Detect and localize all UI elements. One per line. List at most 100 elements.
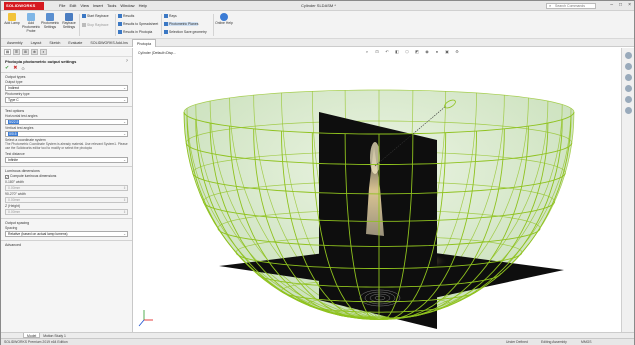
output-type-select[interactable]: Indirect ⌄ xyxy=(5,85,128,91)
design-library-icon[interactable] xyxy=(624,63,632,70)
tab-assembly[interactable]: Assembly xyxy=(3,39,27,47)
display-manager-icon[interactable]: ◐ xyxy=(40,49,47,55)
results-spreadsheet-button[interactable]: Results to Spreadsheet xyxy=(118,22,158,26)
breadcrumb[interactable]: Cylinder (Default<Disp... xyxy=(138,51,176,55)
appearance-icon[interactable]: ● xyxy=(434,49,440,54)
menu-file[interactable]: File xyxy=(59,3,65,8)
add-lamp-button[interactable]: Add Lamp xyxy=(3,13,21,26)
group-header[interactable]: Output spacing xyxy=(5,221,128,225)
view-settings-icon[interactable]: ⚙ xyxy=(454,49,460,54)
chevron-down-icon: ⌄ xyxy=(123,157,126,162)
length-field[interactable]: 0.00mm ⇕ xyxy=(5,196,128,203)
horizontal-angles-select[interactable]: 5/22.5 ⌄ xyxy=(5,119,128,125)
compute-dimensions-checkbox[interactable]: ✓Compute luminous dimensions xyxy=(5,174,128,179)
vertical-angles-label: Vertical test angles xyxy=(5,126,34,130)
horizontal-angles-label: Horizontal test angles xyxy=(5,114,38,118)
add-probe-button[interactable]: Add Photometric Probe xyxy=(22,13,40,33)
photometric-dome-scene[interactable] xyxy=(134,48,621,332)
photometric-planes-button[interactable]: Photometric Planes xyxy=(164,22,199,26)
chevron-down-icon: ⌄ xyxy=(123,98,126,102)
height-field[interactable]: 0.00mm ⇕ xyxy=(5,208,128,215)
application-window: SOLIDWORKS File Edit View Insert Tools W… xyxy=(0,0,635,345)
minimize-icon[interactable]: – xyxy=(610,2,613,8)
spinner-icon: ⇕ xyxy=(123,185,126,190)
tab-addins[interactable]: SOLIDWORKS Add-Ins xyxy=(86,39,132,47)
photometry-type-select[interactable]: Type C ⌄ xyxy=(5,97,128,103)
view-palette-icon[interactable] xyxy=(624,85,632,92)
geometry-icon xyxy=(164,30,168,34)
tab-photopia[interactable]: Photopia xyxy=(131,39,157,47)
tab-layout[interactable]: Layout xyxy=(27,39,46,47)
menu-edit[interactable]: Edit xyxy=(69,3,76,8)
play-icon xyxy=(82,14,86,18)
hide-show-icon[interactable]: ◉ xyxy=(424,49,430,54)
start-raytrace-button[interactable]: Start Raytrace xyxy=(82,14,109,18)
raytrace-settings-button[interactable]: Raytrace Settings xyxy=(60,13,78,30)
ok-icon[interactable]: ✔ xyxy=(5,65,9,72)
help-icon[interactable]: ? xyxy=(126,58,128,63)
menu-insert[interactable]: Insert xyxy=(93,3,103,8)
menu-bar: File Edit View Insert Tools Window Help xyxy=(59,3,147,8)
spacing-select[interactable]: Relative (based on actual lamp lumens) ⌄ xyxy=(5,230,128,237)
photometric-settings-button[interactable]: Photometric Settings xyxy=(41,13,59,30)
close-icon[interactable]: × xyxy=(628,2,631,8)
spinner-icon: ⇕ xyxy=(123,197,126,202)
rays-button[interactable]: Rays xyxy=(164,14,177,18)
config-manager-icon[interactable]: ⊞ xyxy=(22,49,29,55)
resources-icon[interactable] xyxy=(624,52,632,59)
title-bar: SOLIDWORKS File Edit View Insert Tools W… xyxy=(1,1,634,11)
custom-properties-icon[interactable] xyxy=(624,107,632,114)
panel-actions: ✔ ✖ ⊙ xyxy=(1,65,132,72)
zoom-fit-icon[interactable]: ⌕ xyxy=(364,49,370,54)
online-help-button[interactable]: Online Help xyxy=(215,13,233,26)
search-placeholder: Search Commands xyxy=(555,4,585,8)
previous-view-icon[interactable]: ↶ xyxy=(384,49,390,54)
search-commands-input[interactable]: ⌕ Search Commands xyxy=(546,3,596,9)
dim-expert-icon[interactable]: ⊕ xyxy=(31,49,38,55)
group-header[interactable]: Test options xyxy=(5,109,128,113)
test-distance-select[interactable]: Infinite ⌄ xyxy=(5,156,128,163)
spacing-label: Spacing xyxy=(5,225,18,230)
vertical-angles-select[interactable]: 0/0.5 ⌄ xyxy=(5,131,128,137)
ribbon-separator xyxy=(115,14,116,36)
file-explorer-icon[interactable] xyxy=(624,74,632,81)
menu-view[interactable]: View xyxy=(80,3,89,8)
menu-window[interactable]: Window xyxy=(120,3,134,8)
command-tabs: Assembly Layout Sketch Evaluate SOLIDWOR… xyxy=(1,39,634,47)
search-icon: ⌕ xyxy=(549,3,552,8)
scene-icon[interactable]: ▣ xyxy=(444,49,450,54)
beam-source-glow xyxy=(370,142,380,174)
stop-raytrace-button[interactable]: Stop Raytrace xyxy=(82,23,109,27)
status-units[interactable]: MMGS xyxy=(581,339,592,345)
pin-icon[interactable]: ⊙ xyxy=(21,65,24,72)
spinner-icon: ⇕ xyxy=(123,209,126,214)
menu-help[interactable]: Help xyxy=(139,3,147,8)
width-field[interactable]: 0.00mm ⇕ xyxy=(5,184,128,191)
group-header[interactable]: Luminous dimensions xyxy=(5,169,128,173)
group-header[interactable]: Output types xyxy=(5,75,128,79)
probe-icon xyxy=(27,13,35,21)
appearances-icon[interactable] xyxy=(624,96,632,103)
group-header[interactable]: Advanced xyxy=(5,243,128,247)
ribbon-separator xyxy=(161,14,162,36)
section-view-icon[interactable]: ◧ xyxy=(394,49,400,54)
cancel-icon[interactable]: ✖ xyxy=(13,65,17,72)
panel-title: Photopia photometric output settings ? xyxy=(5,58,128,64)
manager-tabs: ▤ ☰ ⊞ ⊕ ◐ xyxy=(1,48,132,57)
test-options-group: Test options Horizontal test angles 5/22… xyxy=(1,106,132,166)
maximize-icon[interactable]: □ xyxy=(619,2,622,8)
view-orientation-icon[interactable]: ⬡ xyxy=(404,49,410,54)
property-manager-icon[interactable]: ☰ xyxy=(13,49,20,55)
feature-manager-icon[interactable]: ▤ xyxy=(4,49,11,55)
results-button[interactable]: Results xyxy=(118,14,134,18)
chevron-down-icon: ⌄ xyxy=(123,231,126,236)
zoom-area-icon[interactable]: ⊡ xyxy=(374,49,380,54)
results-photopia-button[interactable]: Results in Photopia xyxy=(118,30,152,34)
tab-sketch[interactable]: Sketch xyxy=(45,39,64,47)
menu-tools[interactable]: Tools xyxy=(107,3,116,8)
selection-save-button[interactable]: Selection Save geometry xyxy=(164,30,207,34)
display-style-icon[interactable]: ◩ xyxy=(414,49,420,54)
tab-evaluate[interactable]: Evaluate xyxy=(64,39,86,47)
graphics-viewport[interactable]: Cylinder (Default<Disp... ⌕ ⊡ ↶ ◧ ⬡ ◩ ◉ … xyxy=(134,48,621,332)
checkbox-icon: ✓ xyxy=(5,174,9,179)
